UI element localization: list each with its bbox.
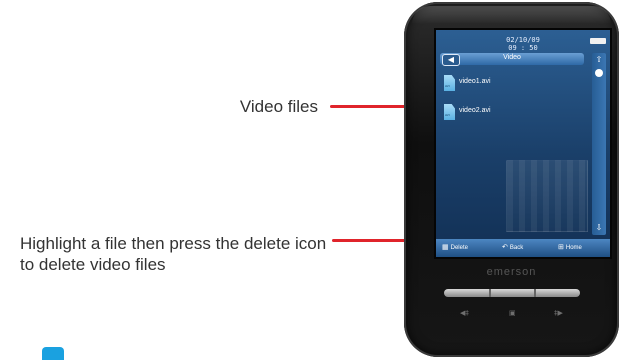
home-button[interactable]: ⊞ Home xyxy=(558,243,582,251)
control-bar[interactable] xyxy=(444,289,580,297)
callout-video-files: Video files xyxy=(239,97,318,116)
screen-title: Video xyxy=(503,54,521,61)
status-time: 09 : 50 xyxy=(508,44,538,52)
device-gloss xyxy=(412,6,611,24)
battery-icon xyxy=(590,38,606,44)
avi-file-icon: AVI xyxy=(444,75,455,91)
brand-logo: emerson xyxy=(486,266,537,278)
home-grid-icon: ⊞ xyxy=(558,244,564,251)
device-screen: 02/10/09 09 : 50 ◀ Video AVI video1.avi … xyxy=(434,28,612,259)
back-button[interactable]: ↶ Back xyxy=(502,243,523,251)
scroll-thumb[interactable] xyxy=(595,69,603,77)
home-label: Home xyxy=(565,245,582,251)
scroll-up-icon[interactable]: ⇧ xyxy=(594,55,604,65)
control-icons: ◀‡ ▣ ‡▶ xyxy=(454,309,574,319)
return-arrow-icon: ↶ xyxy=(502,244,508,251)
menu-icon[interactable]: ▣ xyxy=(509,309,516,317)
back-label: Back xyxy=(509,245,524,251)
file-row-video1[interactable]: AVI video1.avi xyxy=(444,75,584,95)
film-strip-decoration xyxy=(506,160,588,232)
scrollbar[interactable]: ⇧ ⇩ xyxy=(592,53,606,235)
delete-label: Delete xyxy=(450,245,468,251)
file-row-video2[interactable]: AVI video2.avi xyxy=(444,104,584,124)
delete-button[interactable]: ▦ Delete xyxy=(442,243,468,251)
scroll-down-icon[interactable]: ⇩ xyxy=(594,223,604,233)
control-divider xyxy=(489,289,491,297)
volume-up-icon[interactable]: ‡▶ xyxy=(554,309,563,317)
title-bar: ◀ Video xyxy=(440,53,584,66)
callout-delete-instruction: Highlight a file then press the delete i… xyxy=(20,234,327,274)
avi-file-icon: AVI xyxy=(444,104,455,120)
status-date: 02/10/09 xyxy=(506,36,540,44)
file-name: video1.avi xyxy=(459,78,491,85)
bottom-action-bar: ▦ Delete ↶ Back ⊞ Home xyxy=(436,239,610,257)
trash-icon: ▦ xyxy=(442,244,449,251)
control-divider xyxy=(534,289,536,297)
media-player-device: 02/10/09 09 : 50 ◀ Video AVI video1.avi … xyxy=(404,2,619,357)
file-name: video2.avi xyxy=(459,107,491,114)
volume-down-icon[interactable]: ◀‡ xyxy=(460,309,469,317)
corner-tab xyxy=(42,347,64,360)
